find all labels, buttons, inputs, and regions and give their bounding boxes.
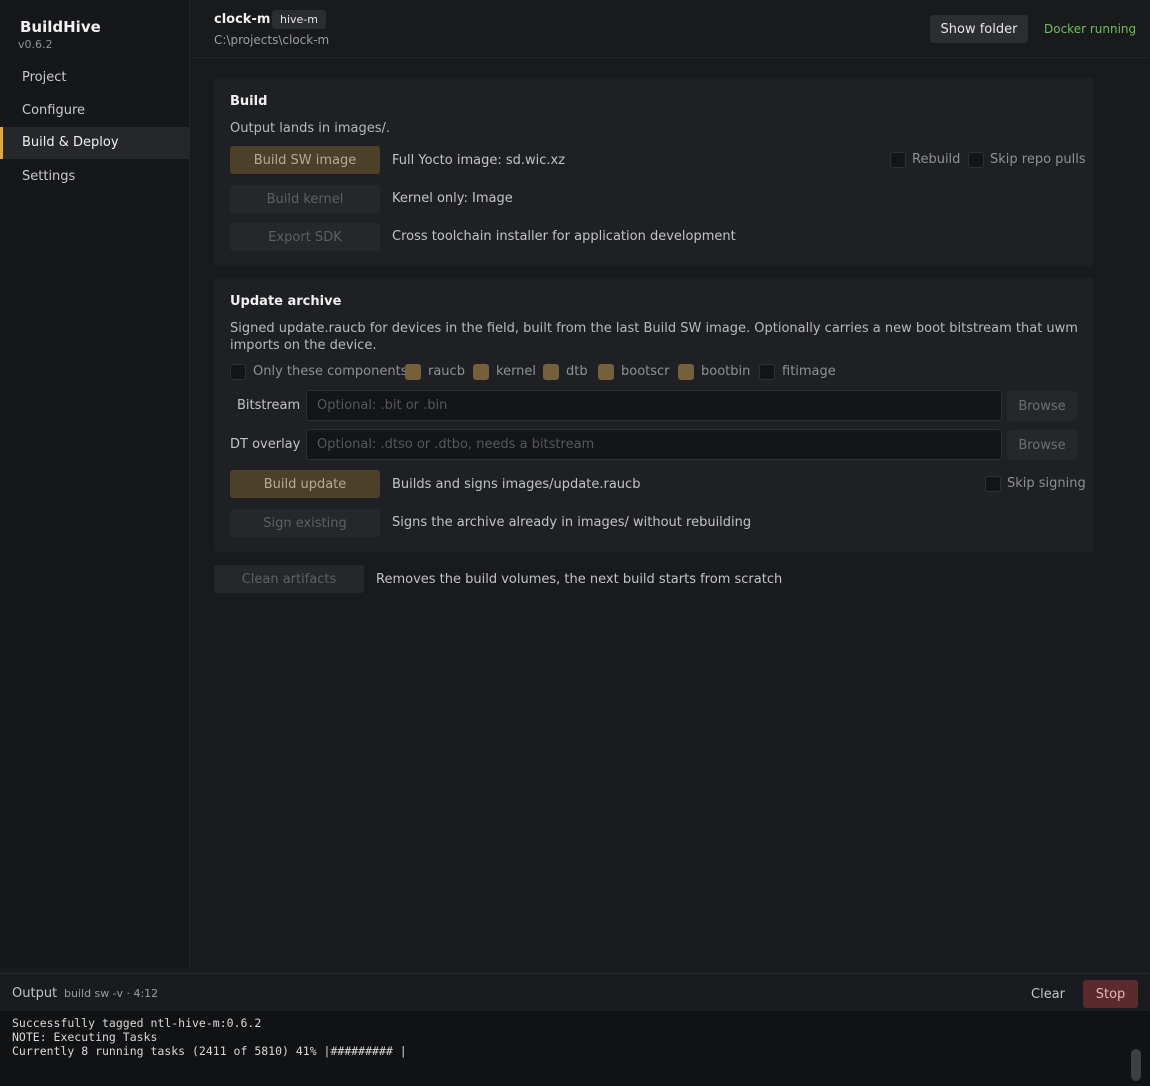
dt-overlay-label: DT overlay	[230, 437, 301, 452]
component-dtb-label: dtb	[566, 364, 588, 379]
component-fitimage-checkbox[interactable]	[759, 364, 775, 380]
skip-signing-checkbox[interactable]	[985, 476, 1001, 492]
sidebar-item-configure[interactable]: Configure	[0, 95, 190, 127]
sign-existing-desc: Signs the archive already in images/ wit…	[392, 515, 752, 530]
export-sdk-desc: Cross toolchain installer for applicatio…	[392, 229, 736, 244]
update-archive-card: Update archive Signed update.raucb for d…	[214, 278, 1094, 552]
sidebar-item-settings[interactable]: Settings	[0, 161, 190, 193]
build-kernel-desc: Kernel only: Image	[392, 191, 513, 206]
skip-repo-pulls-checkbox[interactable]	[968, 152, 984, 168]
rebuild-label: Rebuild	[912, 152, 961, 167]
export-sdk-button[interactable]: Export SDK	[230, 223, 380, 251]
component-fitimage-label: fitimage	[782, 364, 836, 379]
sign-existing-button[interactable]: Sign existing	[230, 509, 380, 537]
only-components-checkbox[interactable]	[230, 364, 246, 380]
sidebar-item-build-deploy[interactable]: Build & Deploy	[0, 127, 190, 159]
console-scrollbar[interactable]	[1131, 1049, 1141, 1081]
build-description: Output lands in images/.	[230, 121, 391, 136]
component-kernel-label: kernel	[496, 364, 537, 379]
build-sw-image-desc: Full Yocto image: sd.wic.xz	[392, 153, 566, 168]
update-description: Signed update.raucb for devices in the f…	[230, 321, 1078, 353]
project-path: C:\projects\clock-m	[214, 33, 330, 47]
output-console: Successfully tagged ntl-hive-m:0.6.2 NOTE…	[0, 1011, 1150, 1086]
show-folder-button[interactable]: Show folder	[930, 15, 1028, 43]
docker-status: Docker running	[1044, 22, 1137, 36]
bitstream-browse-button[interactable]: Browse	[1007, 391, 1077, 421]
component-kernel-checkbox[interactable]	[473, 364, 489, 380]
skip-repo-pulls-label: Skip repo pulls	[990, 152, 1086, 167]
update-title: Update archive	[230, 294, 342, 309]
output-command: build sw -v · 4:12	[64, 987, 159, 1000]
clean-artifacts-desc: Removes the build volumes, the next buil…	[376, 572, 783, 587]
clear-output-button[interactable]: Clear	[1022, 981, 1074, 1007]
dt-overlay-input[interactable]	[306, 429, 1002, 460]
console-line: NOTE: Executing Tasks	[12, 1030, 158, 1044]
skip-signing-label: Skip signing	[1007, 476, 1086, 491]
component-bootbin-checkbox[interactable]	[678, 364, 694, 380]
build-update-desc: Builds and signs images/update.raucb	[392, 477, 641, 492]
stop-button[interactable]: Stop	[1083, 980, 1138, 1008]
rebuild-checkbox[interactable]	[890, 152, 906, 168]
build-kernel-button[interactable]: Build kernel	[230, 185, 380, 213]
sidebar-item-project[interactable]: Project	[0, 62, 190, 94]
only-components-label: Only these components:	[253, 364, 412, 379]
component-bootscr-label: bootscr	[621, 364, 670, 379]
project-name: clock-m	[214, 12, 271, 27]
component-dtb-checkbox[interactable]	[543, 364, 559, 380]
output-title: Output	[12, 986, 58, 1001]
sidebar: BuildHive v0.6.2 Project Configure Build…	[0, 0, 190, 968]
build-update-button[interactable]: Build update	[230, 470, 380, 498]
component-raucb-label: raucb	[428, 364, 465, 379]
header: clock-m hive-m C:\projects\clock-m Show …	[191, 0, 1150, 58]
console-line: Successfully tagged ntl-hive-m:0.6.2	[12, 1016, 262, 1030]
build-title: Build	[230, 94, 268, 109]
component-bootscr-checkbox[interactable]	[598, 364, 614, 380]
bitstream-input[interactable]	[306, 390, 1002, 421]
component-bootbin-label: bootbin	[701, 364, 751, 379]
component-raucb-checkbox[interactable]	[405, 364, 421, 380]
bitstream-label: Bitstream	[237, 398, 301, 413]
app-name: BuildHive	[20, 18, 101, 36]
build-card: Build Output lands in images/. Build SW …	[214, 78, 1094, 266]
clean-artifacts-button[interactable]: Clean artifacts	[214, 565, 364, 593]
build-sw-image-button[interactable]: Build SW image	[230, 146, 380, 174]
output-toolbar: Output build sw -v · 4:12 Clear Stop	[0, 973, 1150, 1011]
console-line: Currently 8 running tasks (2411 of 5810)…	[12, 1044, 407, 1058]
app-version: v0.6.2	[18, 38, 53, 51]
project-tag-badge: hive-m	[272, 10, 326, 29]
dt-overlay-browse-button[interactable]: Browse	[1007, 430, 1077, 460]
